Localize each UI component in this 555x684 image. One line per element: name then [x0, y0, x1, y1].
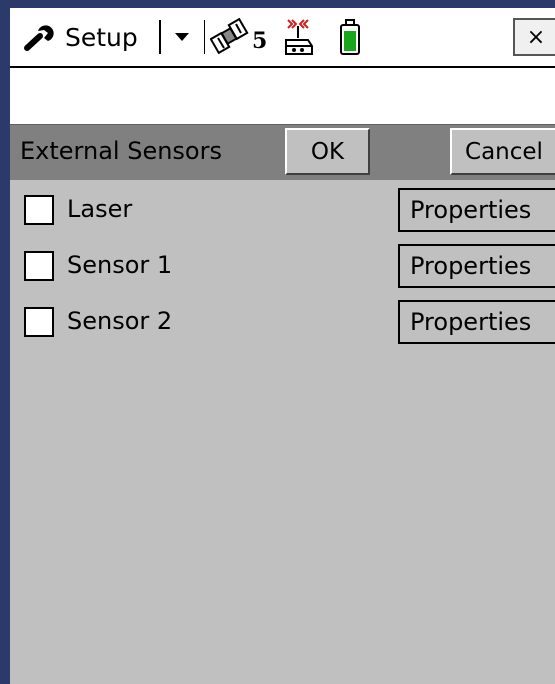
dropdown-arrow-icon[interactable] [168, 20, 196, 54]
sensor-row-laser: Laser Properties [10, 184, 555, 236]
sensor-2-properties-button[interactable]: Properties [398, 300, 555, 344]
radio-icon[interactable] [278, 8, 318, 66]
satellite-icon[interactable] [210, 8, 250, 66]
sensor-row-sensor-2: Sensor 2 Properties [10, 296, 555, 348]
sensor-label: Sensor 1 [67, 251, 173, 279]
separator [159, 20, 161, 54]
app-window: Setup 5 × External Sensors OK Cancel Las… [10, 8, 555, 684]
wrench-icon[interactable] [24, 8, 60, 66]
satellite-count: 5 [252, 28, 268, 54]
sensor-row-sensor-1: Sensor 1 Properties [10, 240, 555, 292]
setup-menu-label[interactable]: Setup [65, 8, 138, 66]
form-header: External Sensors OK Cancel [10, 124, 555, 180]
close-button[interactable]: × [513, 18, 555, 56]
blank-status-strip [10, 68, 555, 124]
sensor-2-checkbox[interactable] [24, 307, 54, 337]
form-title: External Sensors [20, 137, 222, 165]
title-bar: Setup 5 × [10, 8, 555, 68]
sensor-label: Sensor 2 [67, 307, 173, 335]
separator [204, 20, 205, 54]
laser-properties-button[interactable]: Properties [398, 188, 555, 232]
sensor-label: Laser [67, 195, 133, 223]
cancel-button[interactable]: Cancel [450, 128, 555, 175]
laser-checkbox[interactable] [24, 195, 54, 225]
ok-button[interactable]: OK [285, 128, 370, 175]
sensor-1-checkbox[interactable] [24, 251, 54, 281]
battery-icon[interactable] [338, 8, 362, 66]
close-icon: × [526, 24, 546, 50]
sensor-1-properties-button[interactable]: Properties [398, 244, 555, 288]
